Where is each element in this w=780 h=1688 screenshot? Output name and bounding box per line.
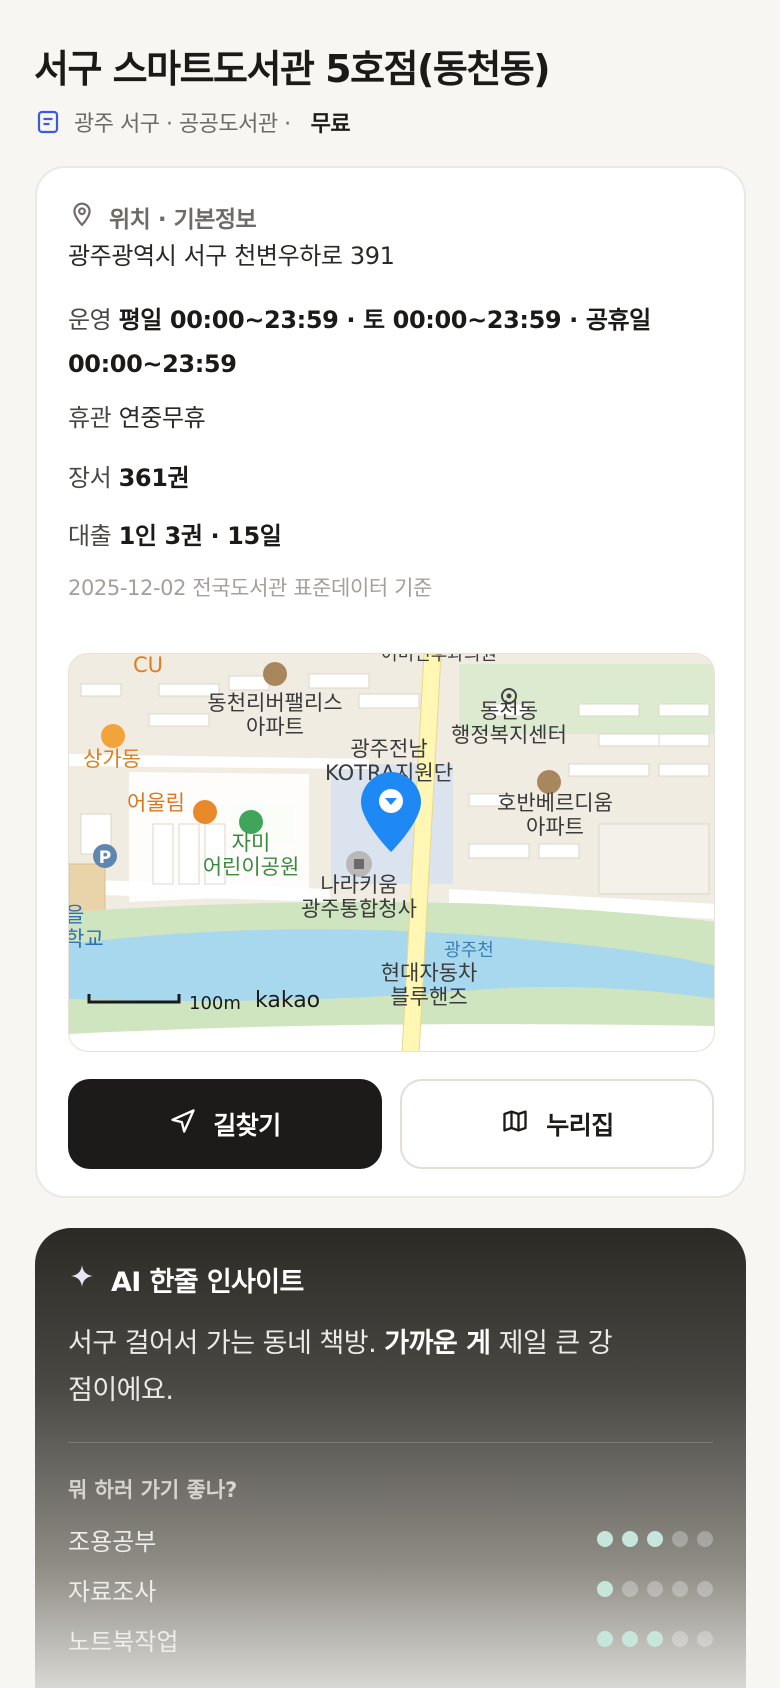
fee-badge: 무료 (310, 112, 351, 137)
ai-summary-bold: 가까운 게 (384, 1328, 491, 1359)
info-card: 위치 · 기본정보 광주광역시 서구 천변우하로 391 운영 평일 00:00… (35, 166, 746, 1198)
navigation-arrow-icon (169, 1107, 197, 1141)
activity-row: 노트북작업 (68, 1622, 713, 1656)
location-map[interactable]: P CU 상가동 어울림 자미 어린이공원 동천리버팰리스 아파트 광주전남 K… (68, 653, 715, 1052)
rating-dot (647, 1581, 663, 1597)
rating-dot (672, 1631, 688, 1647)
map-label-naraki: 나라키움 (320, 873, 397, 897)
map-label-hyundai: 현대자동차 (381, 961, 478, 985)
loan-label: 대출 (68, 522, 112, 550)
rating-dot (622, 1531, 638, 1547)
rating-dot (597, 1631, 613, 1647)
directions-button[interactable]: 길찾기 (68, 1079, 382, 1169)
map-label-hoban: 호반베르디움 (497, 791, 613, 815)
closed-label: 휴관 (68, 404, 112, 432)
website-button[interactable]: 누리집 (400, 1079, 714, 1169)
loan-policy: 대출 1인 3권 · 15일 (68, 514, 704, 558)
map-label-river-palace-apt: 아파트 (246, 715, 304, 739)
document-icon (36, 110, 60, 134)
rating-dot (647, 1531, 663, 1547)
map-label-sangga: 상가동 (83, 747, 141, 771)
map-label-community-center: 행정복지센터 (451, 723, 567, 747)
ai-heading: AI 한줄 인사이트 (69, 1260, 304, 1299)
ai-heading-text: AI 한줄 인사이트 (111, 1267, 304, 1298)
activity-rating (597, 1631, 713, 1647)
map-label-clinic: 어미인후과의원 (381, 654, 497, 665)
collection-size: 장서 361권 (68, 456, 704, 500)
map-label-hoban-apt: 아파트 (526, 815, 584, 839)
map-label-river-palace: 동천리버팰리스 (207, 691, 342, 715)
opening-hours: 운영 평일 00:00~23:59 · 토 00:00~23:59 · 공휴일 … (68, 298, 704, 386)
rating-dot (697, 1531, 713, 1547)
activity-question: 뭐 하러 가기 좋나? (68, 1478, 238, 1502)
activity-label: 노트북작업 (68, 1627, 179, 1656)
loan-value: 1인 3권 · 15일 (118, 522, 282, 550)
data-basis-note: 2025-12-02 전국도서관 표준데이터 기준 (68, 576, 432, 600)
ai-summary: 서구 걸어서 가는 동네 책방. 가까운 게 제일 큰 강점이에요. (68, 1320, 628, 1414)
rating-dot (622, 1581, 638, 1597)
map-label-school-1: 을 (69, 903, 84, 927)
books-value: 361권 (118, 464, 190, 492)
rating-dot (597, 1531, 613, 1547)
map-label-eoullim: 어울림 (127, 791, 185, 815)
library-meta: 광주 서구 · 공공도서관 · 무료 (36, 106, 351, 138)
map-brand: kakao (255, 988, 320, 1013)
rating-dot (622, 1631, 638, 1647)
address: 광주광역시 서구 천변우하로 391 (68, 242, 395, 270)
sparkle-icon (69, 1263, 95, 1296)
location-pin-icon (69, 201, 95, 233)
divider (68, 1442, 713, 1443)
map-label-gov-complex: 광주통합청사 (301, 897, 417, 921)
activity-label: 자료조사 (68, 1577, 157, 1606)
library-region-type: 광주 서구 · 공공도서관 · (74, 112, 291, 137)
rating-dot (672, 1581, 688, 1597)
activity-row: 자료조사 (68, 1572, 713, 1606)
activity-row: 조용공부 (68, 1522, 713, 1556)
closed-days: 휴관 연중무휴 (68, 396, 704, 440)
website-label: 누리집 (546, 1111, 614, 1140)
map-label-dongcheon: 동천동 (480, 699, 538, 723)
books-label: 장서 (68, 464, 112, 492)
info-heading-text: 위치 · 기본정보 (109, 207, 257, 233)
rating-dot (697, 1631, 713, 1647)
svg-text:P: P (99, 848, 111, 868)
map-label-river: 광주천 (444, 940, 494, 961)
page-title: 서구 스마트도서관 5호점(동천동) (34, 47, 551, 91)
map-label-bluehands: 블루핸즈 (390, 985, 467, 1009)
map-label-jami: 자미 (232, 831, 271, 855)
map-label-cu: CU (133, 654, 163, 677)
map-label-school-2: 학교 (69, 927, 104, 951)
activity-label: 조용공부 (68, 1527, 157, 1556)
directions-label: 길찾기 (213, 1111, 281, 1140)
activity-rating (597, 1531, 713, 1547)
closed-value: 연중무휴 (118, 404, 206, 432)
map-label-kotra: 광주전남 (350, 737, 427, 761)
map-scale: 100m (189, 993, 241, 1014)
info-heading: 위치 · 기본정보 (69, 200, 257, 234)
ai-insight-card: AI 한줄 인사이트 서구 걸어서 가는 동네 책방. 가까운 게 제일 큰 강… (35, 1228, 746, 1688)
hours-value: 평일 00:00~23:59 · 토 00:00~23:59 · 공휴일 00:… (68, 306, 651, 378)
map-label-children-park: 어린이공원 (203, 855, 300, 879)
activity-rating (597, 1581, 713, 1597)
map-icon (500, 1107, 530, 1141)
rating-dot (597, 1581, 613, 1597)
ai-summary-pre: 서구 걸어서 가는 동네 책방. (68, 1328, 385, 1359)
rating-dot (672, 1531, 688, 1547)
rating-dot (697, 1581, 713, 1597)
hours-label: 운영 (68, 306, 112, 334)
rating-dot (647, 1631, 663, 1647)
